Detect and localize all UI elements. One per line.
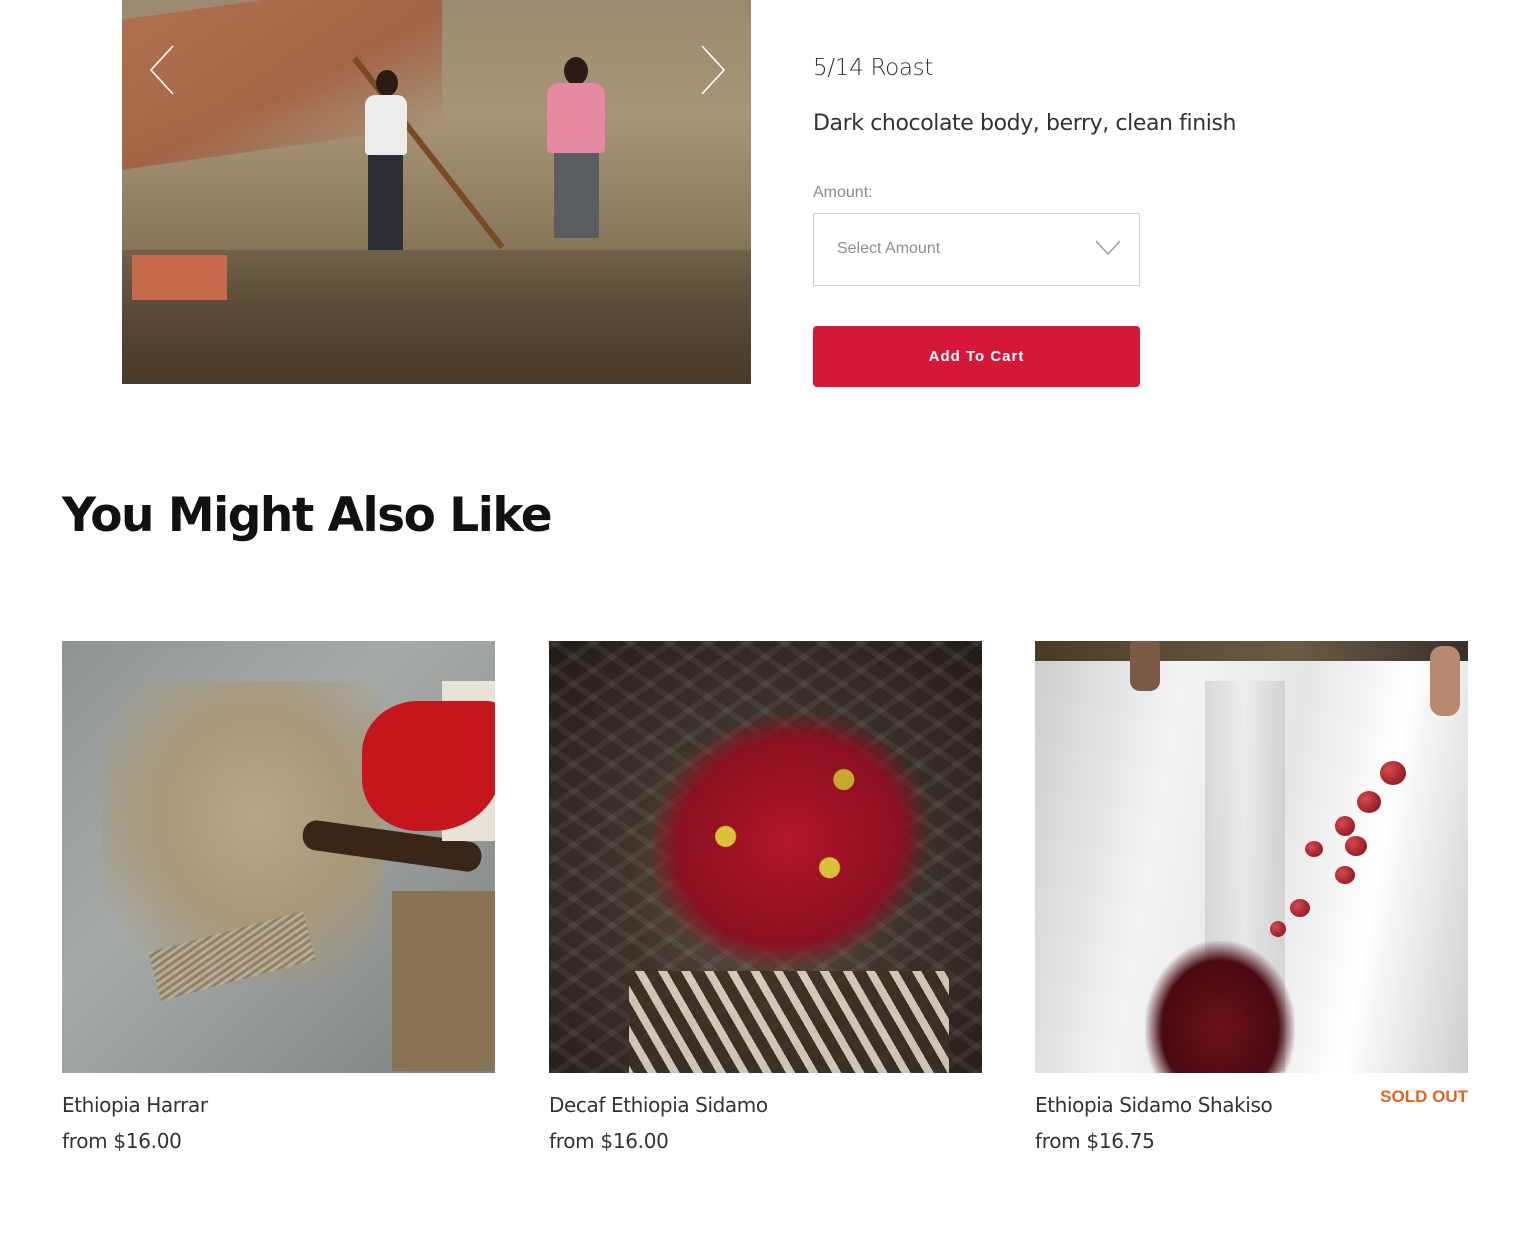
product-price: from $16.75	[1035, 1129, 1155, 1153]
amount-label: Amount:	[813, 184, 873, 201]
chevron-right-icon	[701, 45, 726, 95]
product-name[interactable]: Ethiopia Harrar	[62, 1093, 208, 1117]
product-image-gallery	[122, 0, 751, 384]
product-price: from $16.00	[62, 1129, 182, 1153]
tasting-notes: Dark chocolate body, berry, clean finish	[813, 111, 1237, 136]
product-price: from $16.00	[549, 1129, 669, 1153]
amount-select-value: Select Amount	[837, 240, 941, 257]
image-detail	[542, 55, 612, 240]
chevron-left-icon	[149, 45, 174, 95]
roast-date: 5/14 Roast	[813, 55, 934, 81]
product-image[interactable]	[1035, 641, 1468, 1073]
gallery-next-button[interactable]	[692, 40, 732, 100]
image-detail	[132, 255, 227, 300]
image-detail	[360, 65, 410, 255]
gallery-prev-button[interactable]	[145, 40, 185, 100]
product-name[interactable]: Ethiopia Sidamo Shakiso	[1035, 1093, 1273, 1117]
product-name[interactable]: Decaf Ethiopia Sidamo	[549, 1093, 768, 1117]
amount-select[interactable]: Select Amount	[813, 213, 1140, 286]
sold-out-badge: SOLD OUT	[1380, 1087, 1468, 1106]
product-card[interactable]: Decaf Ethiopia Sidamo from $16.00	[549, 641, 982, 1153]
product-card[interactable]: Ethiopia Harrar from $16.00	[62, 641, 495, 1153]
related-section-title: You Might Also Like	[62, 488, 553, 543]
product-image[interactable]	[549, 641, 982, 1073]
product-card[interactable]: Ethiopia Sidamo Shakiso from $16.75 SOLD…	[1035, 641, 1468, 1153]
add-to-cart-button[interactable]: Add To Cart	[813, 326, 1140, 387]
product-image[interactable]	[62, 641, 495, 1073]
chevron-down-icon	[1095, 240, 1121, 256]
